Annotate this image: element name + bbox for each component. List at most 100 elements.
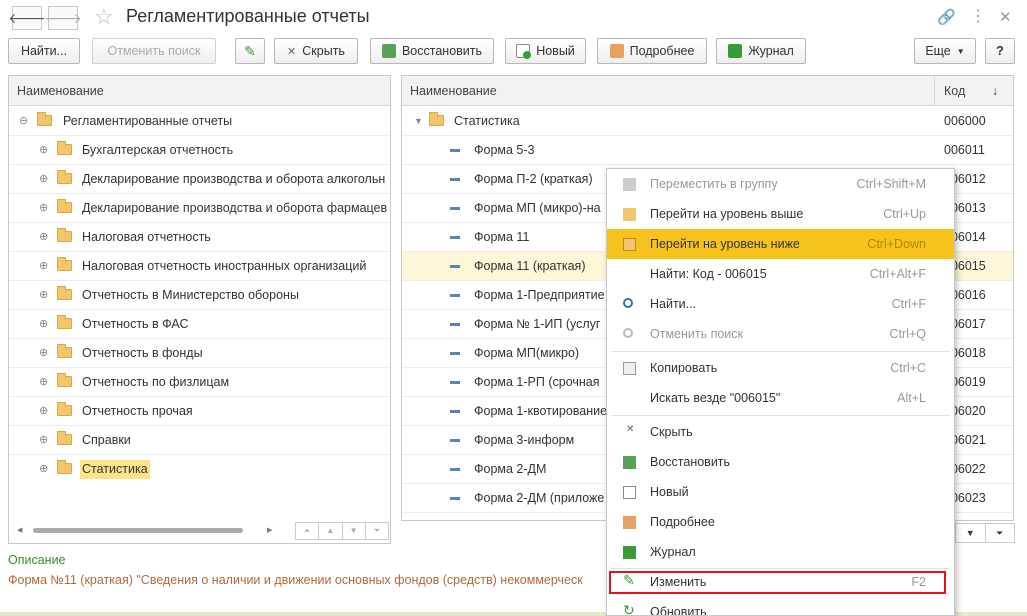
- description-text: Форма №11 (краткая) "Сведения о наличии …: [8, 573, 583, 587]
- tree-row[interactable]: ⊕ Отчетность прочая: [9, 397, 390, 426]
- report-item-icon: [450, 294, 460, 297]
- scrollbar-thumb[interactable]: [33, 528, 243, 533]
- link-icon[interactable]: 🔗: [937, 8, 956, 26]
- journal-icon: [728, 44, 743, 58]
- tree-row[interactable]: ⊖ Регламентированные отчеты: [9, 107, 390, 136]
- sort-down-icon[interactable]: ↓: [992, 84, 998, 98]
- collapse-icon[interactable]: ⊖: [19, 114, 28, 127]
- description-label: Описание: [8, 553, 66, 567]
- expand-icon[interactable]: ⊕: [39, 230, 48, 243]
- expand-icon[interactable]: ⊕: [39, 201, 48, 214]
- folder-icon: [37, 112, 52, 126]
- scroll-bottom-icon[interactable]: ⏷: [366, 523, 388, 539]
- menu-item-restore[interactable]: Восстановить: [607, 447, 954, 477]
- details-button[interactable]: Подробнее: [597, 38, 707, 64]
- column-header-name[interactable]: Наименование: [17, 84, 104, 98]
- tree-header: Наименование: [9, 76, 390, 106]
- tree-row[interactable]: ⊕ Отчетность по физлицам: [9, 368, 390, 397]
- menu-item-new[interactable]: Новый: [607, 477, 954, 507]
- hide-button[interactable]: ✕ Скрыть: [274, 38, 358, 64]
- column-header-name[interactable]: Наименование: [410, 84, 497, 98]
- folder-icon: [57, 431, 72, 445]
- context-menu: Переместить в группу Ctrl+Shift+M Перейт…: [606, 168, 955, 616]
- expand-icon[interactable]: ⊕: [39, 288, 48, 301]
- expand-icon[interactable]: ⊕: [39, 143, 48, 156]
- expand-icon[interactable]: ⊕: [39, 462, 48, 475]
- find-button[interactable]: Найти...: [8, 38, 80, 64]
- report-item-icon: [450, 410, 460, 413]
- details-icon: [623, 516, 636, 529]
- menu-item-hide[interactable]: ✕ Скрыть: [607, 417, 954, 447]
- scroll-left-icon[interactable]: ◀: [17, 526, 22, 534]
- folder-icon: [429, 112, 444, 126]
- tree-row[interactable]: ⊕ Отчетность в ФАС: [9, 310, 390, 339]
- tree-row[interactable]: ⊕ Отчетность в Министерство обороны: [9, 281, 390, 310]
- menu-item-move-to-group[interactable]: Переместить в группу Ctrl+Shift+M: [607, 169, 954, 199]
- restore-button[interactable]: Восстановить: [370, 38, 494, 64]
- groups-tree: Наименование ⊖ Регламентированные отчеты…: [8, 75, 391, 544]
- expand-icon[interactable]: ⊕: [39, 404, 48, 417]
- more-dots-icon[interactable]: ⋮: [970, 6, 986, 26]
- folder-icon: [57, 141, 72, 155]
- menu-item-level-up[interactable]: Перейти на уровень выше Ctrl+Up: [607, 199, 954, 229]
- more-button[interactable]: Еще ▼: [914, 38, 976, 64]
- copy-icon: [623, 362, 636, 375]
- tree-row[interactable]: ⊕ Бухгалтерская отчетность: [9, 136, 390, 165]
- new-button[interactable]: Новый: [505, 38, 586, 64]
- scroll-up-icon[interactable]: ▲: [319, 523, 343, 539]
- arrow-left-icon: 🡐: [8, 9, 46, 26]
- folder-icon: [57, 257, 72, 271]
- expand-icon[interactable]: ⊕: [39, 375, 48, 388]
- favorite-star-icon[interactable]: ☆: [94, 4, 114, 30]
- expand-icon[interactable]: ⊕: [39, 317, 48, 330]
- menu-item-cancel-search[interactable]: Отменить поиск Ctrl+Q: [607, 319, 954, 349]
- menu-item-details[interactable]: Подробнее: [607, 507, 954, 537]
- arrow-right-icon: 🡒: [44, 9, 82, 26]
- menu-item-journal[interactable]: Журнал: [607, 537, 954, 567]
- edit-button[interactable]: ✎: [235, 38, 265, 64]
- forward-button[interactable]: 🡒: [44, 6, 82, 30]
- tree-row[interactable]: ⊕ Декларирование производства и оборота …: [9, 165, 390, 194]
- tree-row[interactable]: ⊕ Отчетность в фонды: [9, 339, 390, 368]
- scroll-right-icon[interactable]: ▶: [267, 526, 272, 534]
- tree-row-selected[interactable]: ⊕ Статистика: [9, 455, 390, 484]
- horizontal-scrollbar[interactable]: ◀ ▶: [17, 526, 272, 534]
- list-scroll-buttons: ▼ ⏷: [955, 523, 1015, 543]
- menu-item-search-everywhere[interactable]: Искать везде "006015" Alt+L: [607, 383, 954, 413]
- scroll-down-icon[interactable]: ▼: [956, 524, 986, 542]
- report-item-icon: [450, 149, 460, 152]
- menu-item-level-down[interactable]: Перейти на уровень ниже Ctrl+Down: [607, 229, 954, 259]
- cross-icon: ✕: [626, 424, 635, 435]
- menu-separator: [611, 351, 950, 352]
- menu-item-copy[interactable]: Копировать Ctrl+C: [607, 353, 954, 383]
- folder-down-icon: [623, 238, 636, 251]
- tree-row[interactable]: ⊕ Декларирование производства и оборота …: [9, 194, 390, 223]
- cancel-search-button[interactable]: Отменить поиск: [92, 38, 216, 64]
- menu-item-find[interactable]: Найти... Ctrl+F: [607, 289, 954, 319]
- menu-item-find-by-code[interactable]: Найти: Код - 006015 Ctrl+Alt+F: [607, 259, 954, 289]
- close-icon[interactable]: ✕: [999, 8, 1012, 26]
- chevron-down-icon: ▼: [956, 46, 965, 56]
- tree-scroll-buttons: ⏶ ▲ ▼ ⏷: [295, 522, 389, 540]
- details-icon: [609, 44, 624, 58]
- menu-item-refresh[interactable]: ↻ Обновить: [607, 597, 954, 615]
- scroll-top-icon[interactable]: ⏶: [296, 523, 320, 539]
- expand-icon[interactable]: ⊕: [39, 172, 48, 185]
- list-row[interactable]: Форма 5-3 006011: [402, 136, 1013, 165]
- scroll-down-icon[interactable]: ▼: [343, 523, 366, 539]
- tree-row[interactable]: ⊕ Налоговая отчетность иностранных орган…: [9, 252, 390, 281]
- help-button[interactable]: ?: [985, 38, 1015, 64]
- expand-icon[interactable]: ⊕: [39, 259, 48, 272]
- title-bar: 🡐 🡒 ☆ Регламентированные отчеты 🔗 ⋮ ✕: [0, 0, 1027, 36]
- column-header-code[interactable]: Код: [944, 84, 965, 98]
- tree-row[interactable]: ⊕ Налоговая отчетность: [9, 223, 390, 252]
- expand-icon[interactable]: ⊕: [39, 433, 48, 446]
- list-row[interactable]: ▼ Статистика 006000: [402, 107, 1013, 136]
- back-button[interactable]: 🡐: [8, 6, 46, 30]
- expand-icon[interactable]: ⊕: [39, 346, 48, 359]
- scroll-bottom-icon[interactable]: ⏷: [986, 524, 1015, 542]
- search-icon: [623, 298, 633, 308]
- journal-button[interactable]: Журнал: [716, 38, 806, 64]
- tree-row[interactable]: ⊕ Справки: [9, 426, 390, 455]
- collapse-arrow-icon[interactable]: ▼: [414, 116, 423, 126]
